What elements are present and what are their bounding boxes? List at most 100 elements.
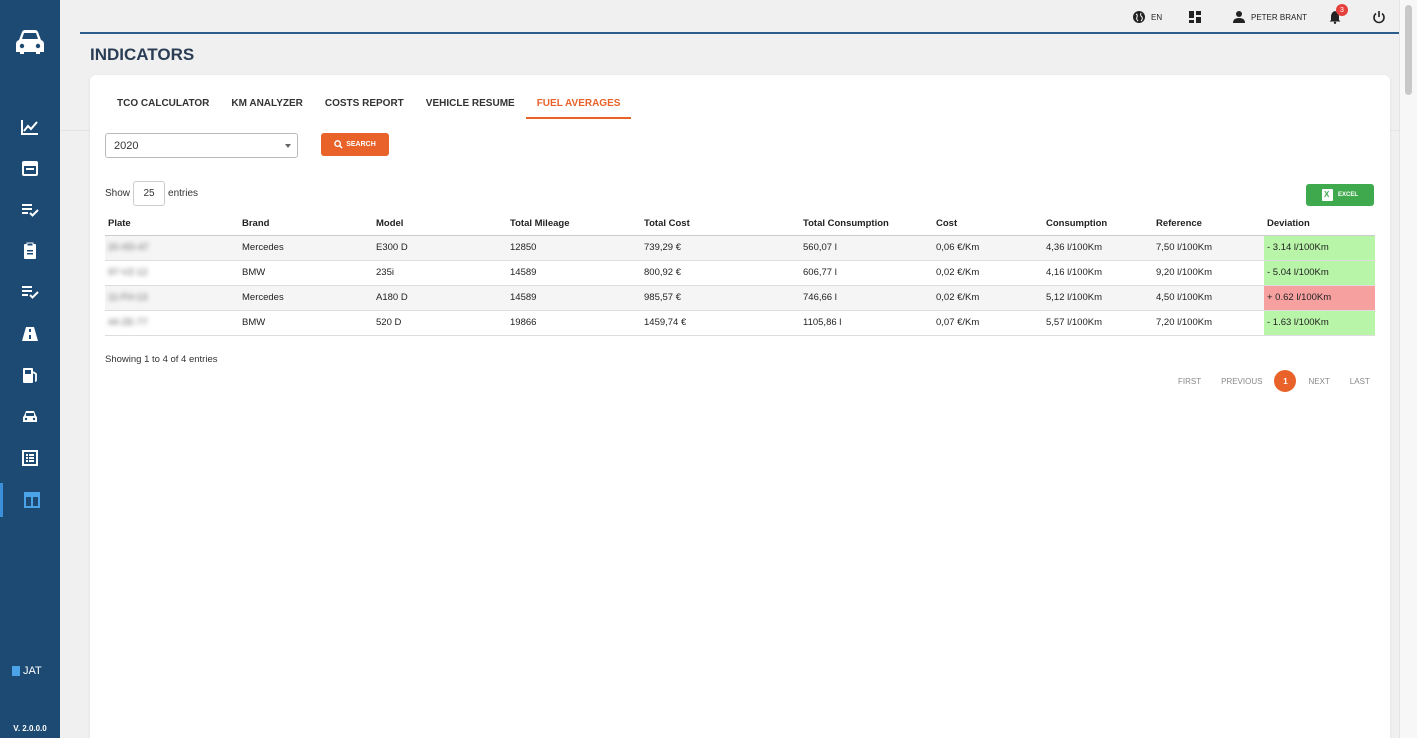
notifications-button[interactable]: 3 <box>1328 4 1348 24</box>
user-menu[interactable]: PETER BRANT <box>1232 10 1307 24</box>
sidebar: JAT V. 2.0.0.0 <box>0 0 60 738</box>
cell-reference: 7,50 l/100Km <box>1153 235 1264 261</box>
col-header-total-mileage[interactable]: Total Mileage <box>507 213 641 236</box>
language-selector[interactable]: EN <box>1132 10 1162 24</box>
search-icon <box>334 140 343 149</box>
language-label: EN <box>1151 12 1163 22</box>
page-length-input[interactable]: 25 <box>133 181 166 206</box>
table-row[interactable]: 44-ZE-77 BMW 520 D 19866 1459,74 € 1105,… <box>105 310 1375 336</box>
tab-vehicle-resume[interactable]: VEHICLE RESUME <box>415 95 526 119</box>
table-row[interactable]: 20-XD-47 Mercedes E300 D 12850 739,29 € … <box>105 235 1375 261</box>
notification-count-badge: 3 <box>1336 4 1348 16</box>
cell-consumption: 4,36 l/100Km <box>1043 235 1153 261</box>
excel-icon <box>1321 189 1333 201</box>
col-header-cost[interactable]: Cost <box>933 213 1043 236</box>
col-header-model[interactable]: Model <box>373 213 507 236</box>
excel-export-button[interactable]: EXCEL <box>1306 184 1374 206</box>
col-header-reference[interactable]: Reference <box>1153 213 1264 236</box>
car-icon[interactable] <box>0 400 60 434</box>
entries-label: entries <box>168 188 199 199</box>
col-header-total-consumption[interactable]: Total Consumption <box>800 213 933 236</box>
cell-total-cost: 800,92 € <box>641 260 800 286</box>
cell-model: 235i <box>373 260 507 286</box>
cell-plate: 11-FH-13 <box>105 285 239 311</box>
cell-total-mileage: 14589 <box>507 260 641 286</box>
brand-name: JAT <box>23 665 42 677</box>
fuel-pump-icon[interactable] <box>0 358 60 392</box>
cell-total-mileage: 19866 <box>507 310 641 336</box>
top-bar: EN PETER BRANT 3 <box>80 0 1399 34</box>
cell-total-consumption: 560,07 l <box>800 235 933 261</box>
cell-reference: 9,20 l/100Km <box>1153 260 1264 286</box>
fuel-averages-table: Plate Brand Model Total Mileage Total Co… <box>105 213 1375 336</box>
table-icon[interactable] <box>0 483 60 517</box>
power-icon <box>1373 11 1385 24</box>
tab-costs-report[interactable]: COSTS REPORT <box>314 95 415 119</box>
globe-icon <box>1133 11 1145 23</box>
col-header-deviation[interactable]: Deviation <box>1264 213 1375 236</box>
pagination: FIRST PREVIOUS 1 NEXT LAST <box>1168 370 1380 392</box>
cell-total-consumption: 1105,86 l <box>800 310 933 336</box>
dashboard-grid-button[interactable] <box>1188 10 1202 24</box>
table-row[interactable]: 11-FH-13 Mercedes A180 D 14589 985,57 € … <box>105 285 1375 311</box>
search-button[interactable]: SEARCH <box>321 133 389 156</box>
cell-total-mileage: 12850 <box>507 235 641 261</box>
cell-total-cost: 739,29 € <box>641 235 800 261</box>
cell-consumption: 5,57 l/100Km <box>1043 310 1153 336</box>
brand-mark-icon <box>12 666 20 676</box>
cell-reference: 7,20 l/100Km <box>1153 310 1264 336</box>
list-check-icon[interactable] <box>0 275 60 309</box>
show-label: Show <box>105 188 131 199</box>
cell-plate: 44-ZE-77 <box>105 310 239 336</box>
brand-logo: JAT <box>12 665 42 677</box>
cell-brand: BMW <box>239 310 373 336</box>
scrollbar-thumb[interactable] <box>1405 5 1412 95</box>
cell-plate: 97-VZ-12 <box>105 260 239 286</box>
cell-cost: 0,06 €/Km <box>933 235 1043 261</box>
cell-deviation: - 1.63 l/100Km <box>1264 310 1375 336</box>
calendar-icon[interactable] <box>0 151 60 185</box>
tab-km-analyzer[interactable]: KM ANALYZER <box>220 95 313 119</box>
pagination-previous[interactable]: PREVIOUS <box>1211 377 1272 386</box>
cell-total-cost: 1459,74 € <box>641 310 800 336</box>
user-icon <box>1233 11 1245 23</box>
cell-brand: Mercedes <box>239 235 373 261</box>
cell-deviation: + 0.62 l/100Km <box>1264 285 1375 311</box>
cell-brand: Mercedes <box>239 285 373 311</box>
cell-consumption: 5,12 l/100Km <box>1043 285 1153 311</box>
list-check-icon[interactable] <box>0 193 60 227</box>
cell-model: 520 D <box>373 310 507 336</box>
logout-button[interactable] <box>1372 10 1386 24</box>
cell-cost: 0,07 €/Km <box>933 310 1043 336</box>
chart-line-icon[interactable] <box>0 110 60 144</box>
tab-fuel-averages[interactable]: FUEL AVERAGES <box>525 95 632 119</box>
cell-brand: BMW <box>239 260 373 286</box>
cell-plate: 20-XD-47 <box>105 235 239 261</box>
year-select[interactable]: 2020 <box>105 133 298 158</box>
cell-model: A180 D <box>373 285 507 311</box>
col-header-consumption[interactable]: Consumption <box>1043 213 1153 236</box>
cell-consumption: 4,16 l/100Km <box>1043 260 1153 286</box>
year-select-value: 2020 <box>114 140 139 152</box>
search-button-label: SEARCH <box>346 141 376 148</box>
indicators-card: TCO CALCULATOR KM ANALYZER COSTS REPORT … <box>90 75 1390 738</box>
pagination-first[interactable]: FIRST <box>1168 377 1211 386</box>
car-logo-icon[interactable] <box>13 28 47 56</box>
pagination-current-page[interactable]: 1 <box>1274 370 1297 392</box>
cell-total-cost: 985,57 € <box>641 285 800 311</box>
tab-tco-calculator[interactable]: TCO CALCULATOR <box>106 95 220 119</box>
pagination-next[interactable]: NEXT <box>1298 377 1339 386</box>
grid-icon <box>1189 11 1201 23</box>
cell-model: E300 D <box>373 235 507 261</box>
col-header-brand[interactable]: Brand <box>239 213 373 236</box>
col-header-plate[interactable]: Plate <box>105 213 239 236</box>
page-scrollbar[interactable] <box>1399 0 1417 738</box>
road-icon[interactable] <box>0 317 60 351</box>
indicator-tabs: TCO CALCULATOR KM ANALYZER COSTS REPORT … <box>106 95 632 119</box>
col-header-total-cost[interactable]: Total Cost <box>641 213 800 236</box>
clipboard-icon[interactable] <box>0 234 60 268</box>
table-row[interactable]: 97-VZ-12 BMW 235i 14589 800,92 € 606,77 … <box>105 260 1375 286</box>
table-list-icon[interactable] <box>0 441 60 475</box>
table-info: Showing 1 to 4 of 4 entries <box>105 354 218 365</box>
pagination-last[interactable]: LAST <box>1340 377 1380 386</box>
